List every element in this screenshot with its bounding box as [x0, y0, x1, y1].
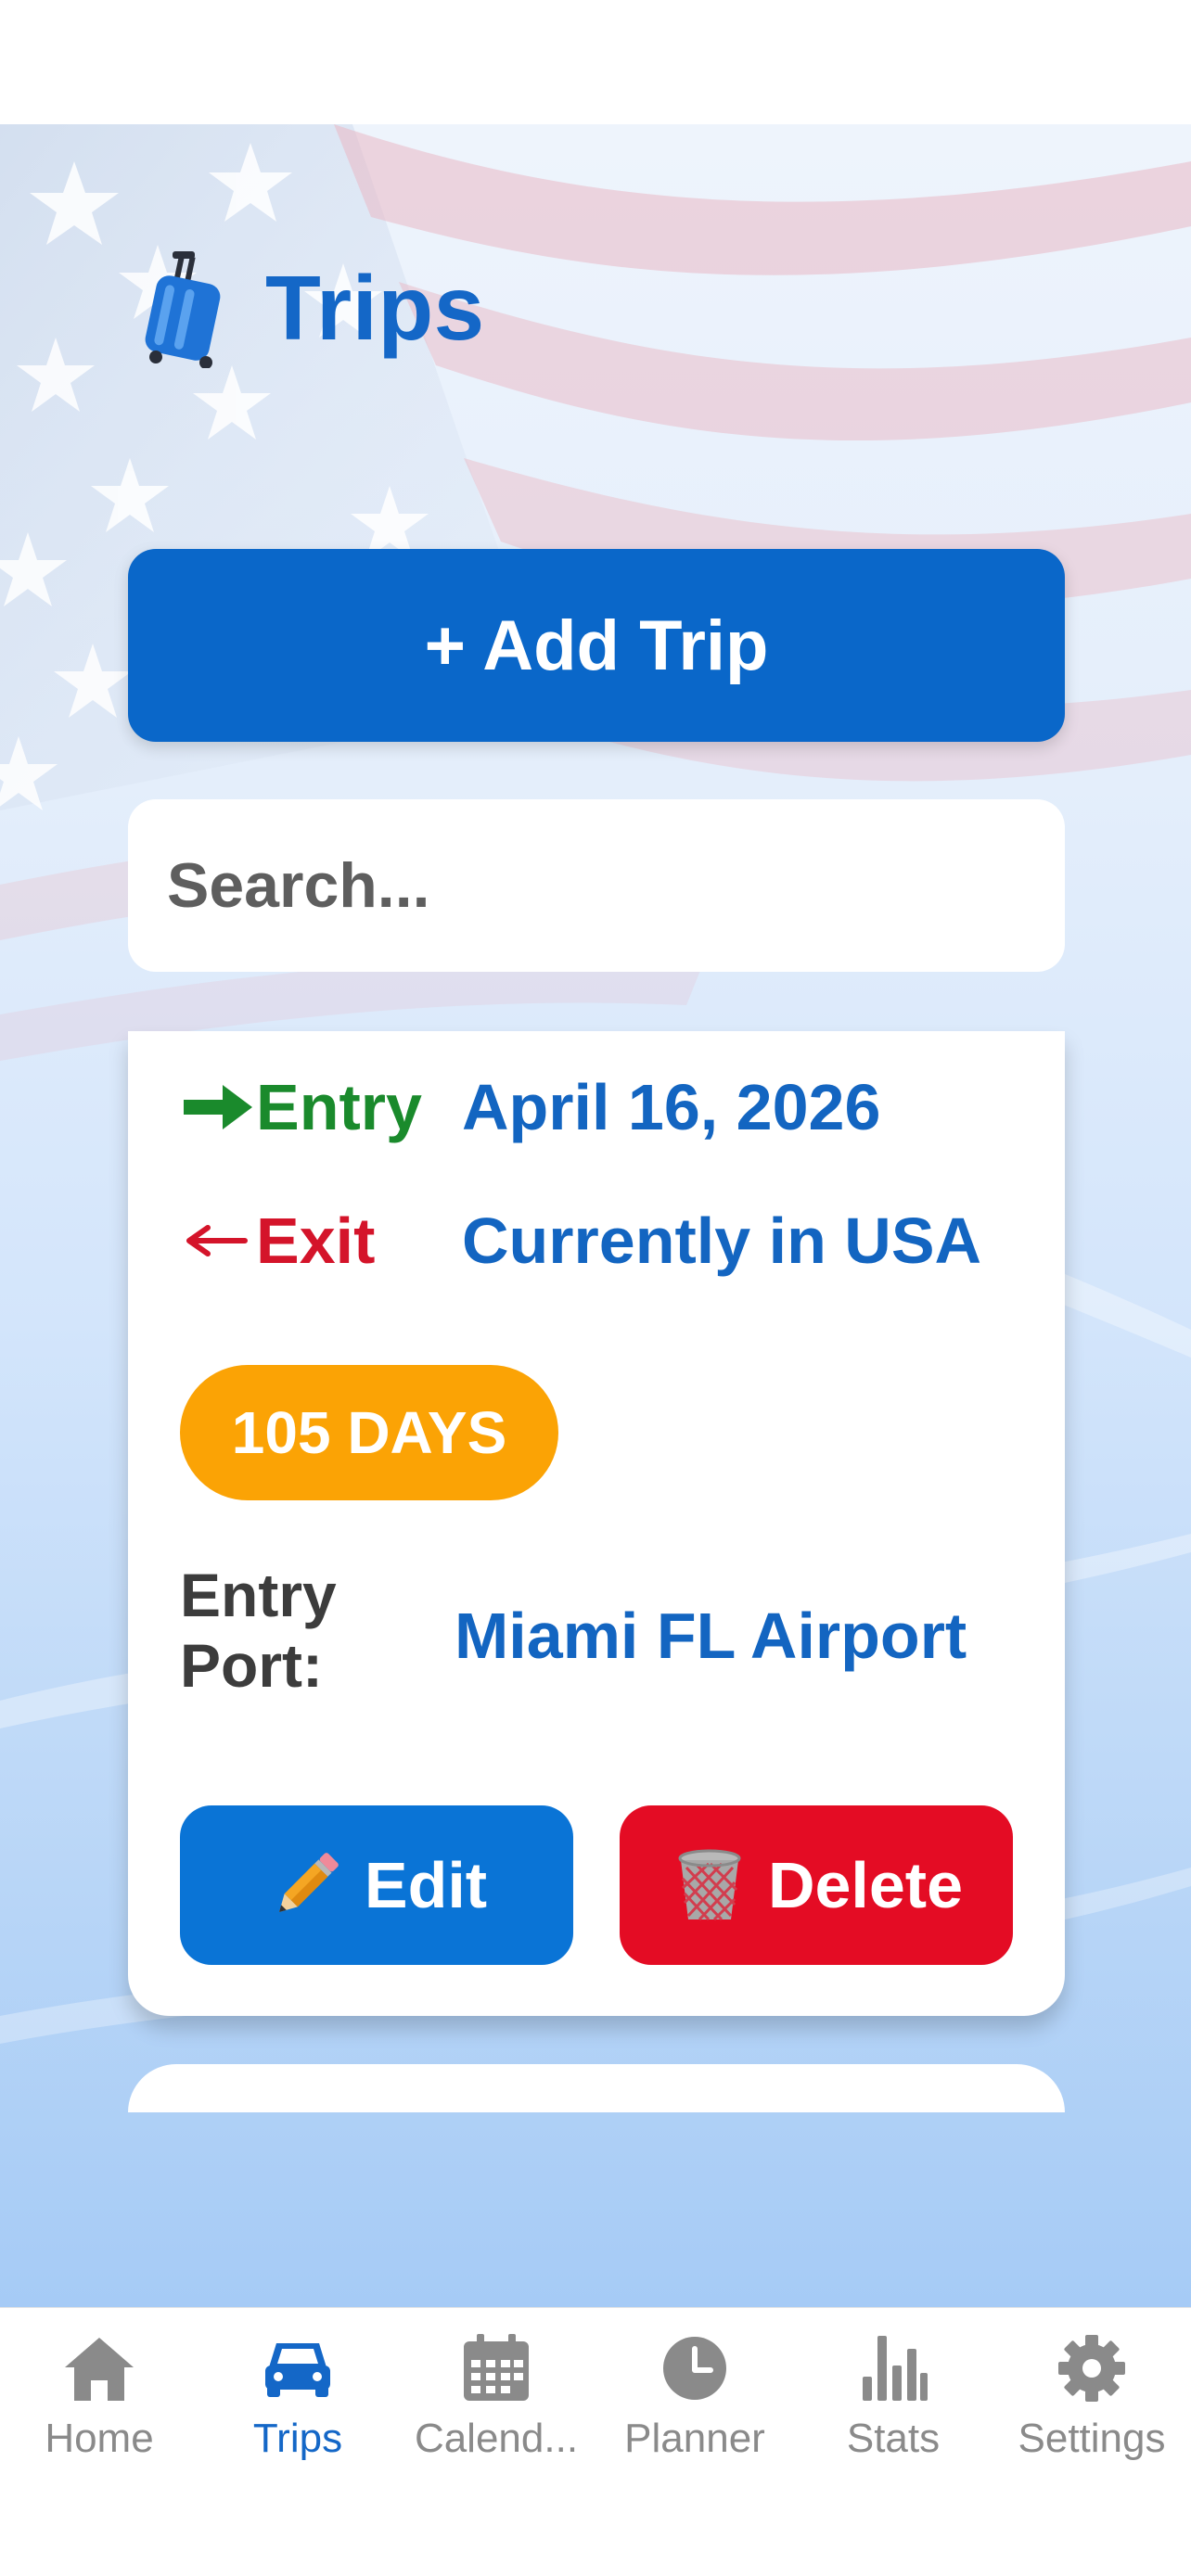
add-trip-button[interactable]: + Add Trip — [128, 549, 1065, 742]
page-title: Trips — [265, 256, 485, 359]
bar-chart-icon — [863, 2336, 928, 2401]
pencil-icon — [278, 1853, 339, 1912]
exit-status: Currently in USA — [462, 1205, 982, 1277]
calendar-icon — [464, 2334, 529, 2401]
exit-label: Exit — [256, 1205, 376, 1277]
home-icon — [65, 2338, 134, 2401]
delete-label: Delete — [767, 1849, 964, 1921]
tab-calendar[interactable]: Calend... — [397, 2308, 596, 2493]
arrow-right-icon — [184, 1085, 252, 1129]
edit-button[interactable]: Edit — [180, 1805, 573, 1965]
status-bar-area — [0, 0, 1191, 124]
suitcase-icon — [145, 251, 221, 368]
tab-trips[interactable]: Trips — [198, 2308, 397, 2493]
tab-planner[interactable]: Planner — [596, 2308, 794, 2493]
days-badge: 105 DAYS — [180, 1365, 558, 1500]
entry-date: April 16, 2026 — [462, 1071, 881, 1143]
tab-stats[interactable]: Stats — [794, 2308, 992, 2493]
exit-row: Exit Currently in USA — [180, 1204, 981, 1278]
arrow-left-icon — [186, 1225, 248, 1256]
search-placeholder: Search... — [167, 850, 430, 921]
tab-settings[interactable]: Settings — [992, 2308, 1191, 2493]
next-trip-card — [128, 2064, 1065, 2112]
app-screen: Trips + Add Trip Search... Entry April 1… — [0, 0, 1191, 2576]
entry-port-label: Entry Port: — [180, 1561, 337, 1700]
gear-icon — [1058, 2335, 1125, 2402]
page-header: Trips — [139, 243, 485, 373]
bottom-tab-bar: Home Trips Calend... Planner Stats Setti… — [0, 2307, 1191, 2576]
trip-card: Entry April 16, 2026 Exit Currently in U… — [128, 1031, 1065, 2016]
edit-label: Edit — [364, 1849, 488, 1921]
delete-button[interactable]: Delete — [620, 1805, 1013, 1965]
car-icon — [265, 2343, 330, 2397]
entry-port-value: Miami FL Airport — [455, 1600, 967, 1672]
clock-icon — [663, 2337, 726, 2400]
entry-label: Entry — [256, 1071, 422, 1143]
search-input[interactable]: Search... — [128, 799, 1065, 972]
trash-icon — [678, 1849, 741, 1921]
entry-row: Entry April 16, 2026 — [180, 1070, 880, 1144]
tab-home[interactable]: Home — [0, 2308, 198, 2493]
